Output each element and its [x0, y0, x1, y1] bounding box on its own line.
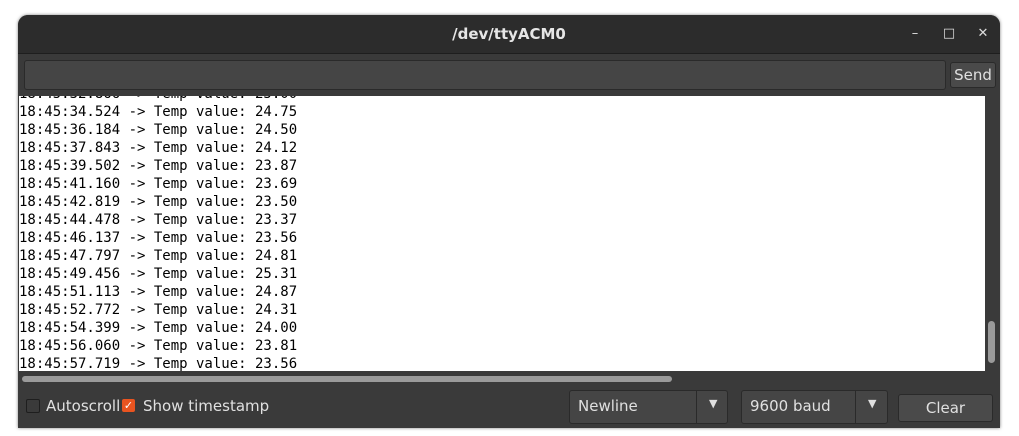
output-line: 18:45:52.772 -> Temp value: 24.31 [19, 302, 298, 318]
output-line: 18:45:37.843 -> Temp value: 24.12 [19, 140, 298, 156]
output-line: 18:45:34.524 -> Temp value: 24.75 [19, 104, 298, 120]
close-icon[interactable]: ✕ [973, 24, 993, 44]
output-line: 18:45:46.137 -> Temp value: 23.56 [19, 230, 298, 246]
output-line: 18:45:42.819 -> Temp value: 23.50 [19, 194, 298, 210]
show-timestamp-label: Show timestamp [143, 397, 270, 415]
autoscroll-checkbox[interactable] [26, 399, 40, 413]
output-line: 18:45:32.866 -> Temp value: 25.00 [19, 96, 297, 103]
baud-rate-value: 9600 baud [750, 397, 831, 415]
output-line: 18:45:54.399 -> Temp value: 24.00 [19, 320, 298, 336]
output-lines: 18:45:32.866 -> Temp value: 25.0018:45:3… [19, 96, 297, 371]
horizontal-scrollbar[interactable] [22, 376, 672, 382]
window-title: /dev/ttyACM0 [452, 25, 566, 43]
output-line: 18:45:44.478 -> Temp value: 23.37 [19, 212, 298, 228]
maximize-icon[interactable]: □ [939, 24, 959, 44]
show-timestamp-checkbox[interactable]: ✓ [122, 399, 135, 412]
output-line: 18:45:41.160 -> Temp value: 23.69 [19, 176, 298, 192]
output-line: 18:45:47.797 -> Temp value: 24.81 [19, 248, 298, 264]
vertical-scrollbar[interactable] [988, 321, 995, 363]
output-line: 18:45:36.184 -> Temp value: 24.50 [19, 122, 298, 138]
minimize-icon[interactable]: – [905, 24, 925, 44]
line-ending-select[interactable]: Newline ▼ [569, 390, 728, 424]
send-button[interactable]: Send [950, 62, 996, 88]
title-bar: /dev/ttyACM0 – □ ✕ [18, 15, 1000, 54]
output-line: 18:45:49.456 -> Temp value: 25.31 [19, 266, 298, 282]
clear-output-button[interactable]: Clear output [898, 394, 993, 428]
line-ending-divider [696, 391, 697, 423]
output-line: 18:45:56.060 -> Temp value: 23.81 [19, 338, 298, 354]
send-input[interactable] [24, 60, 946, 90]
serial-output[interactable]: 18:45:32.866 -> Temp value: 25.0018:45:3… [19, 96, 985, 371]
chevron-down-icon: ▼ [709, 397, 718, 410]
output-line: 18:45:51.113 -> Temp value: 24.87 [19, 284, 298, 300]
line-ending-value: Newline [578, 397, 638, 415]
serial-monitor-window: /dev/ttyACM0 – □ ✕ Send 18:45:32.866 -> … [18, 15, 1000, 428]
output-line: 18:45:39.502 -> Temp value: 23.87 [19, 158, 298, 174]
check-icon: ✓ [123, 399, 134, 412]
baud-rate-divider [855, 391, 856, 423]
chevron-down-icon: ▼ [868, 397, 877, 410]
baud-rate-select[interactable]: 9600 baud ▼ [741, 390, 888, 424]
autoscroll-label: Autoscroll [46, 397, 121, 415]
output-line: 18:45:57.719 -> Temp value: 23.56 [19, 356, 298, 371]
